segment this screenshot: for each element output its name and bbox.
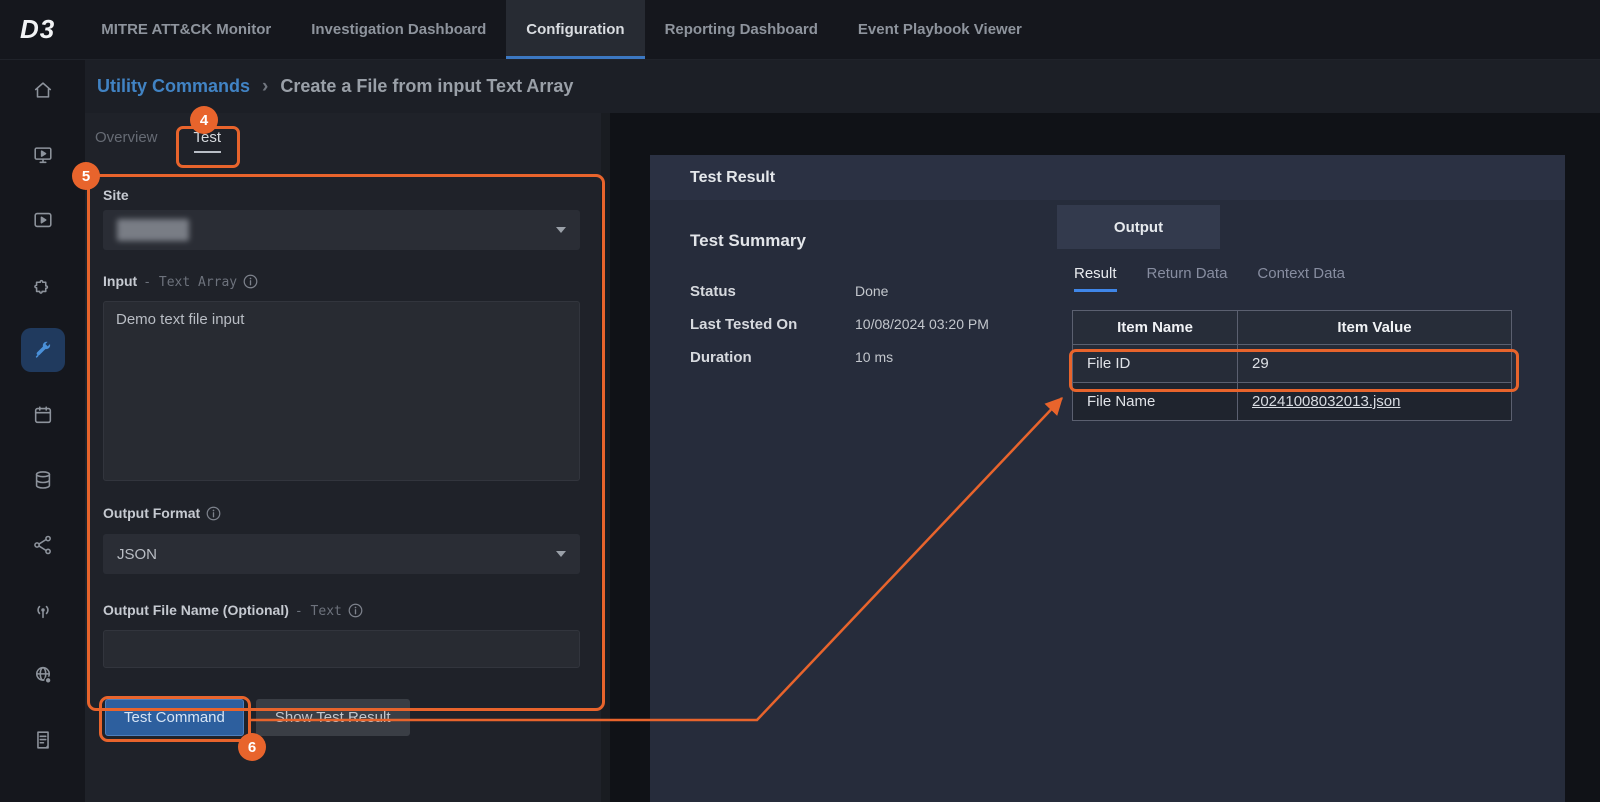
- table-row-file-name: File Name 20241008032013.json: [1073, 383, 1512, 421]
- table-row-file-id: File ID 29: [1073, 345, 1512, 383]
- summary-row-status: Status Done: [690, 283, 989, 300]
- test-result-title: Test Result: [690, 169, 775, 187]
- file-name-value-cell: 20241008032013.json: [1238, 383, 1512, 421]
- duration-label: Duration: [690, 349, 855, 366]
- output-format-value: JSON: [117, 546, 157, 563]
- tab-overview[interactable]: Overview: [95, 129, 158, 153]
- table-header-row: Item Name Item Value: [1073, 311, 1512, 345]
- schedule-calendar-icon[interactable]: [21, 393, 65, 437]
- top-navigation: D3 MITRE ATT&CK Monitor Investigation Da…: [0, 0, 1600, 60]
- annotation-step-6-badge: 6: [238, 733, 266, 761]
- result-tabs: Result Return Data Context Data: [1074, 265, 1345, 292]
- input-textarea[interactable]: Demo text file input: [103, 301, 580, 481]
- nav-event-playbook-viewer[interactable]: Event Playbook Viewer: [838, 0, 1042, 59]
- site-select[interactable]: [103, 210, 580, 250]
- site-label: Site: [103, 187, 129, 203]
- file-id-name-cell: File ID: [1073, 345, 1238, 383]
- tab-result[interactable]: Result: [1074, 265, 1117, 292]
- database-icon[interactable]: [21, 458, 65, 502]
- nav-investigation-dashboard[interactable]: Investigation Dashboard: [291, 0, 506, 59]
- top-nav-items: MITRE ATT&CK Monitor Investigation Dashb…: [81, 0, 1042, 59]
- nav-reporting-dashboard[interactable]: Reporting Dashboard: [645, 0, 838, 59]
- monitor-play-icon[interactable]: [21, 133, 65, 177]
- result-table: Item Name Item Value File ID 29 File Nam…: [1072, 310, 1512, 421]
- info-icon[interactable]: [348, 603, 363, 621]
- test-command-button[interactable]: Test Command: [105, 699, 244, 736]
- web-access-globe-icon[interactable]: [21, 653, 65, 697]
- show-test-result-button[interactable]: Show Test Result: [256, 699, 410, 736]
- reports-document-icon[interactable]: [21, 718, 65, 762]
- output-format-label: Output Format: [103, 505, 221, 524]
- tab-return-data[interactable]: Return Data: [1147, 265, 1228, 292]
- info-icon[interactable]: [243, 274, 258, 292]
- file-id-value-cell: 29: [1238, 345, 1512, 383]
- home-icon[interactable]: [21, 68, 65, 112]
- breadcrumb: Utility Commands › Create a File from in…: [85, 60, 1600, 113]
- breadcrumb-utility-commands[interactable]: Utility Commands: [97, 76, 250, 97]
- output-file-name-label: Output File Name (Optional) - Text: [103, 602, 363, 621]
- annotation-step-4-badge: 4: [190, 106, 218, 134]
- test-summary-fields: Status Done Last Tested On 10/08/2024 03…: [690, 283, 989, 366]
- d3-logo[interactable]: D3: [0, 0, 81, 59]
- breadcrumb-separator-icon: ›: [262, 76, 268, 98]
- summary-row-duration: Duration 10 ms: [690, 349, 989, 366]
- nav-mitre-attack-monitor[interactable]: MITRE ATT&CK Monitor: [81, 0, 291, 59]
- header-item-value: Item Value: [1238, 311, 1512, 345]
- site-redacted-value: [117, 219, 189, 241]
- broadcast-icon[interactable]: [21, 588, 65, 632]
- chevron-down-icon: [556, 551, 566, 557]
- header-item-name: Item Name: [1073, 311, 1238, 345]
- breadcrumb-current-page: Create a File from input Text Array: [280, 76, 573, 97]
- output-format-label-text: Output Format: [103, 505, 200, 521]
- info-icon[interactable]: [206, 506, 221, 524]
- status-value: Done: [855, 283, 888, 300]
- connections-share-icon[interactable]: [21, 523, 65, 567]
- test-result-panel: Test Result Test Summary Status Done Las…: [650, 155, 1565, 802]
- file-name-link[interactable]: 20241008032013.json: [1252, 393, 1400, 410]
- summary-row-last-tested: Last Tested On 10/08/2024 03:20 PM: [690, 316, 989, 333]
- input-label-text: Input: [103, 273, 137, 289]
- command-form-panel: Overview Test Site Input- Text Array Dem…: [85, 113, 610, 802]
- chevron-down-icon: [556, 227, 566, 233]
- input-type-text: - Text Array: [143, 275, 237, 290]
- last-tested-label: Last Tested On: [690, 316, 855, 333]
- output-file-name-type-text: - Text: [295, 604, 342, 619]
- last-tested-value: 10/08/2024 03:20 PM: [855, 316, 989, 333]
- nav-configuration[interactable]: Configuration: [506, 0, 644, 59]
- input-label: Input - Text Array: [103, 273, 258, 292]
- file-name-name-cell: File Name: [1073, 383, 1238, 421]
- duration-value: 10 ms: [855, 349, 893, 366]
- output-file-name-label-text: Output File Name (Optional): [103, 602, 289, 618]
- integrations-puzzle-icon[interactable]: [21, 263, 65, 307]
- test-summary-title: Test Summary: [690, 231, 806, 251]
- utility-commands-wrench-icon[interactable]: [21, 328, 65, 372]
- scrollbar[interactable]: [601, 113, 610, 802]
- output-file-name-input[interactable]: [103, 630, 580, 668]
- video-library-icon[interactable]: [21, 198, 65, 242]
- annotation-step-5-badge: 5: [72, 162, 100, 190]
- status-label: Status: [690, 283, 855, 300]
- test-result-header: Test Result: [650, 155, 1565, 200]
- output-tab[interactable]: Output: [1057, 205, 1220, 249]
- output-format-select[interactable]: JSON: [103, 534, 580, 574]
- tab-context-data[interactable]: Context Data: [1257, 265, 1345, 292]
- form-buttons: Test Command Show Test Result: [105, 699, 410, 736]
